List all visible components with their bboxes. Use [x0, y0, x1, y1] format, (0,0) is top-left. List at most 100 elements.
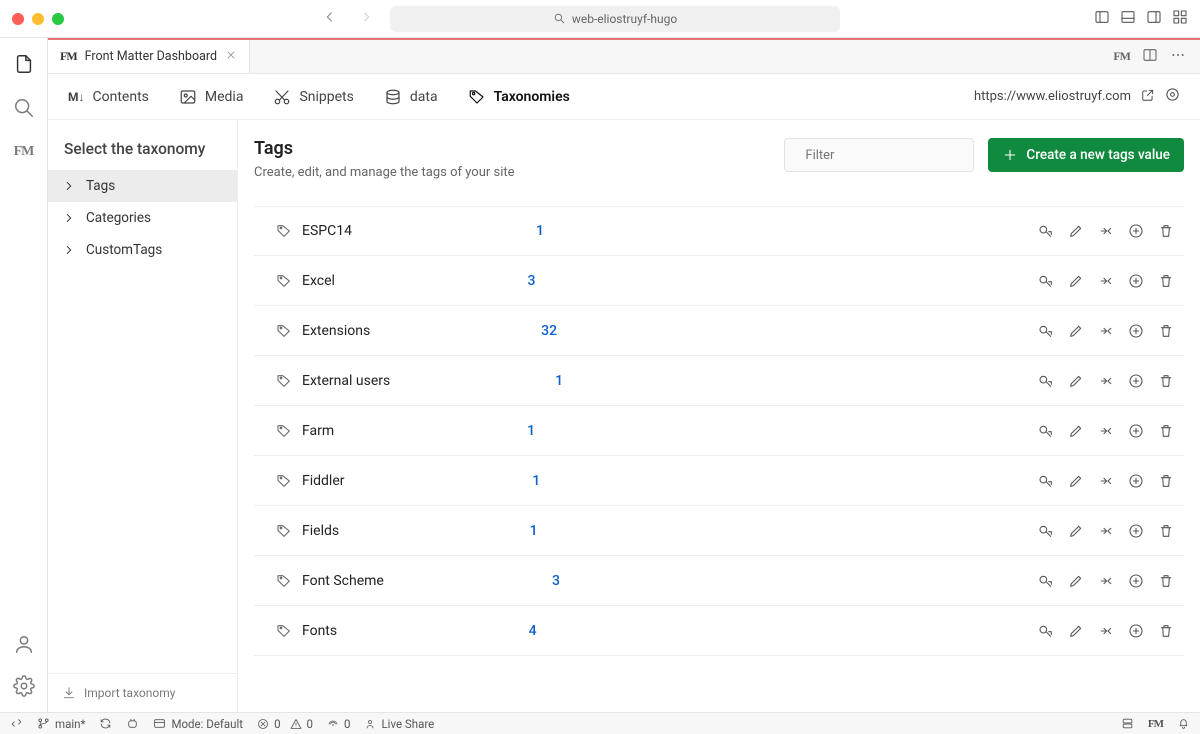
sidebar-item-categories[interactable]: Categories [48, 202, 237, 234]
topnav-media[interactable]: Media [179, 88, 244, 106]
search-icon[interactable] [12, 96, 36, 120]
tag-count[interactable]: 1 [532, 473, 540, 489]
filter-input-wrapper[interactable] [784, 138, 974, 172]
show-contents-icon[interactable] [1038, 323, 1054, 339]
sidebar-item-tags[interactable]: Tags [48, 170, 237, 202]
edit-icon[interactable] [1068, 373, 1084, 389]
delete-icon[interactable] [1158, 273, 1174, 289]
move-icon[interactable] [1128, 523, 1144, 539]
delete-icon[interactable] [1158, 373, 1174, 389]
edit-icon[interactable] [1068, 473, 1084, 489]
move-icon[interactable] [1128, 573, 1144, 589]
frontmatter-action-icon[interactable]: FM [1113, 49, 1130, 64]
frontmatter-icon[interactable]: FM [12, 140, 36, 164]
status-server-icon[interactable] [1121, 717, 1134, 730]
merge-icon[interactable] [1098, 273, 1114, 289]
edit-icon[interactable] [1068, 323, 1084, 339]
move-icon[interactable] [1128, 623, 1144, 639]
tag-count[interactable]: 3 [552, 573, 560, 589]
show-contents-icon[interactable] [1038, 423, 1054, 439]
panel-bottom-icon[interactable] [1120, 9, 1136, 29]
tag-count[interactable]: 32 [541, 323, 557, 339]
show-contents-icon[interactable] [1038, 373, 1054, 389]
tag-count[interactable]: 3 [527, 273, 535, 289]
sync-icon[interactable] [99, 717, 112, 730]
tag-count[interactable]: 1 [536, 223, 544, 239]
tag-count[interactable]: 1 [527, 423, 535, 439]
panel-left-icon[interactable] [1094, 9, 1110, 29]
panel-right-icon[interactable] [1146, 9, 1162, 29]
move-icon[interactable] [1128, 473, 1144, 489]
topnav-snippets[interactable]: Snippets [273, 88, 353, 106]
live-share[interactable]: Live Share [364, 717, 434, 731]
edit-icon[interactable] [1068, 573, 1084, 589]
topnav-contents[interactable]: M↓ Contents [68, 89, 149, 105]
create-tag-button[interactable]: Create a new tags value [988, 138, 1184, 172]
merge-icon[interactable] [1098, 373, 1114, 389]
sidebar-item-customtags[interactable]: CustomTags [48, 234, 237, 266]
merge-icon[interactable] [1098, 223, 1114, 239]
layout-grid-icon[interactable] [1172, 9, 1188, 29]
tag-count[interactable]: 1 [530, 523, 538, 539]
refresh-settings-icon[interactable] [1165, 87, 1180, 106]
mode-indicator[interactable]: Mode: Default [153, 717, 243, 731]
account-icon[interactable] [12, 632, 36, 656]
merge-icon[interactable] [1098, 573, 1114, 589]
problems-indicator[interactable]: 0 0 [257, 717, 313, 731]
show-contents-icon[interactable] [1038, 223, 1054, 239]
split-editor-icon[interactable] [1142, 47, 1158, 67]
delete-icon[interactable] [1158, 573, 1174, 589]
move-icon[interactable] [1128, 373, 1144, 389]
tag-count[interactable]: 4 [529, 623, 537, 639]
merge-icon[interactable] [1098, 423, 1114, 439]
settings-gear-icon[interactable] [12, 674, 36, 698]
edit-icon[interactable] [1068, 273, 1084, 289]
open-external-icon[interactable] [1141, 88, 1155, 106]
merge-icon[interactable] [1098, 623, 1114, 639]
move-icon[interactable] [1128, 273, 1144, 289]
command-center[interactable]: web-eliostruyf-hugo [390, 6, 840, 32]
merge-icon[interactable] [1098, 523, 1114, 539]
nav-forward-icon[interactable] [354, 5, 378, 33]
edit-icon[interactable] [1068, 223, 1084, 239]
delete-icon[interactable] [1158, 623, 1174, 639]
edit-icon[interactable] [1068, 623, 1084, 639]
close-window[interactable] [12, 13, 24, 25]
delete-icon[interactable] [1158, 423, 1174, 439]
topnav-data[interactable]: data [384, 88, 438, 106]
move-icon[interactable] [1128, 223, 1144, 239]
explorer-icon[interactable] [12, 52, 36, 76]
show-contents-icon[interactable] [1038, 273, 1054, 289]
maximize-window[interactable] [52, 13, 64, 25]
merge-icon[interactable] [1098, 323, 1114, 339]
nav-back-icon[interactable] [318, 5, 342, 33]
copilot-icon[interactable] [126, 717, 139, 730]
tag-count[interactable]: 1 [555, 373, 563, 389]
move-icon[interactable] [1128, 323, 1144, 339]
filter-input[interactable] [805, 148, 971, 163]
remote-indicator[interactable] [10, 717, 23, 730]
delete-icon[interactable] [1158, 223, 1174, 239]
show-contents-icon[interactable] [1038, 573, 1054, 589]
minimize-window[interactable] [32, 13, 44, 25]
status-bell-icon[interactable] [1177, 717, 1190, 730]
show-contents-icon[interactable] [1038, 623, 1054, 639]
close-tab-icon[interactable] [225, 49, 237, 65]
edit-icon[interactable] [1068, 423, 1084, 439]
ports-indicator[interactable]: 0 [327, 717, 350, 731]
tag-row: Farm1 [254, 406, 1184, 456]
show-contents-icon[interactable] [1038, 473, 1054, 489]
tab-frontmatter-dashboard[interactable]: FM Front Matter Dashboard [48, 40, 250, 73]
git-branch[interactable]: main* [37, 717, 85, 731]
merge-icon[interactable] [1098, 473, 1114, 489]
delete-icon[interactable] [1158, 323, 1174, 339]
topnav-taxonomies[interactable]: Taxonomies [468, 88, 570, 106]
show-contents-icon[interactable] [1038, 523, 1054, 539]
import-taxonomy-button[interactable]: Import taxonomy [48, 673, 237, 712]
delete-icon[interactable] [1158, 473, 1174, 489]
more-actions-icon[interactable] [1170, 47, 1186, 67]
edit-icon[interactable] [1068, 523, 1084, 539]
delete-icon[interactable] [1158, 523, 1174, 539]
status-fm-icon[interactable]: FM [1148, 717, 1163, 730]
move-icon[interactable] [1128, 423, 1144, 439]
